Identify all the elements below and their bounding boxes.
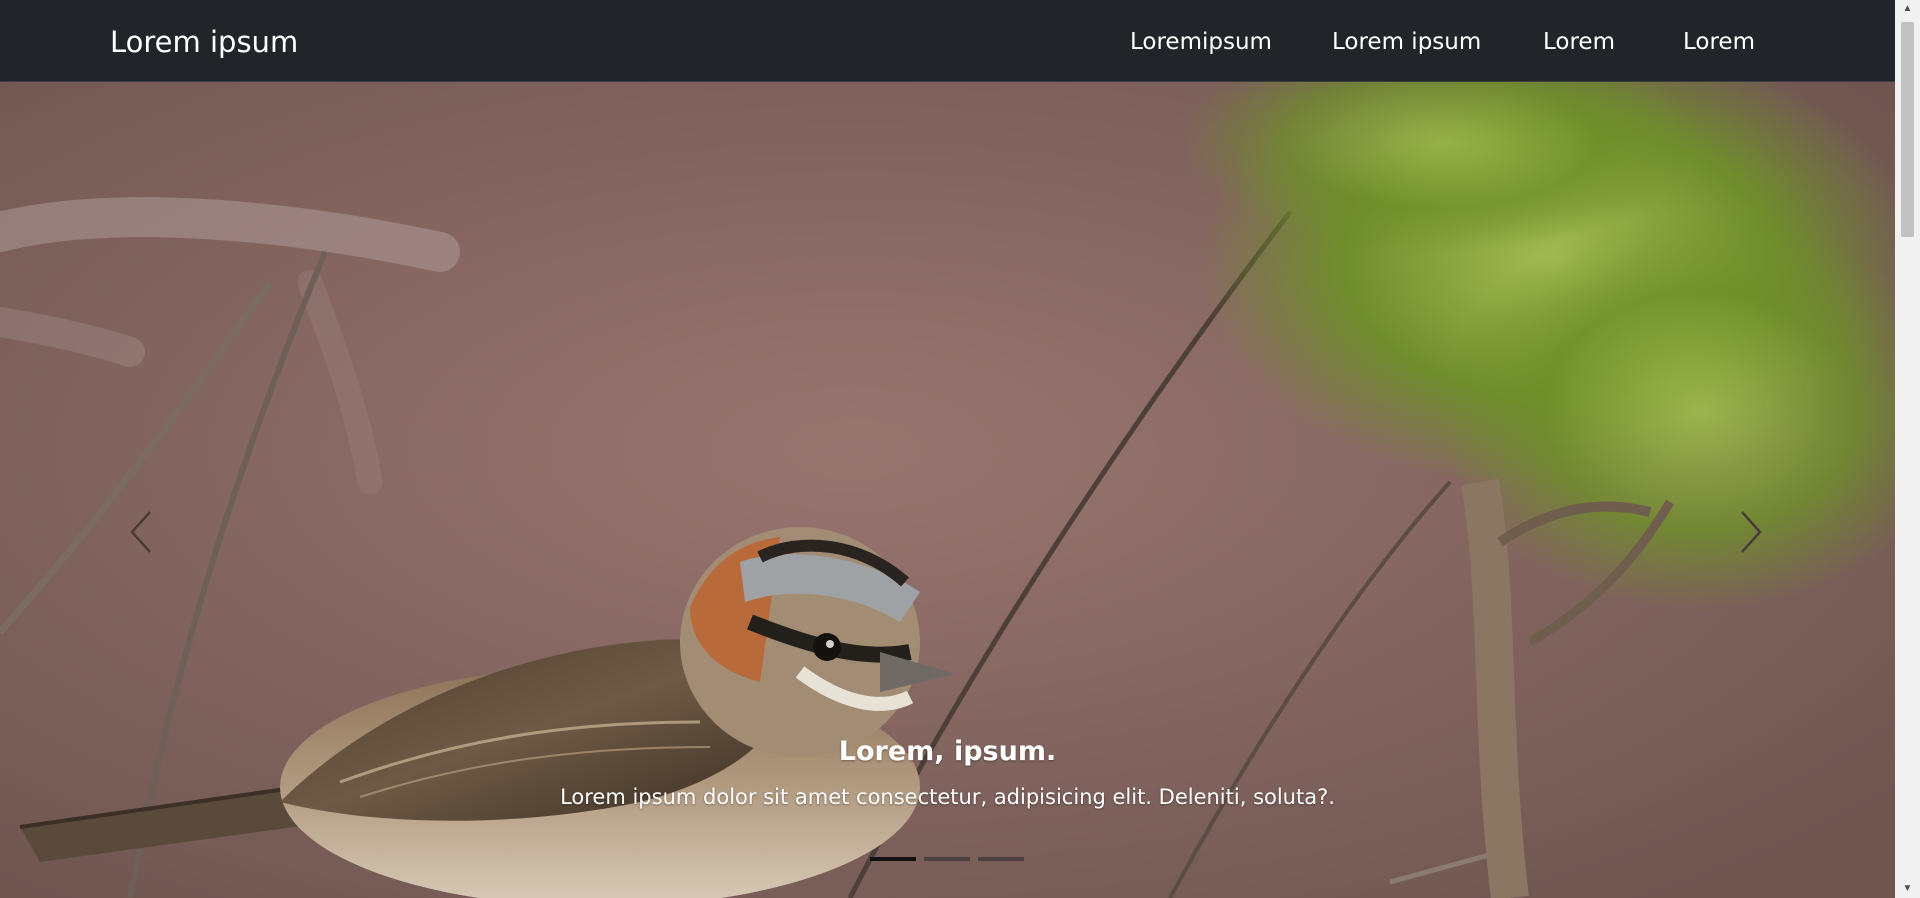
scrollbar-thumb[interactable] (1901, 22, 1914, 237)
nav-link-4[interactable]: Lorem (1683, 24, 1755, 60)
chevron-right-icon (1741, 511, 1762, 553)
nav-link-3[interactable]: Lorem (1543, 24, 1615, 60)
nav-link-1[interactable]: Loremipsum (1130, 24, 1272, 60)
scroll-up-arrow-icon[interactable]: ▲ (1895, 0, 1920, 18)
nav-link-2[interactable]: Lorem ipsum (1332, 24, 1481, 60)
carousel-indicator-2[interactable] (924, 857, 970, 861)
carousel-prev-button[interactable] (122, 502, 162, 562)
navbar: Lorem ipsum Loremipsum Lorem ipsum Lorem… (0, 0, 1895, 82)
scroll-down-arrow-icon[interactable]: ▼ (1895, 880, 1920, 898)
carousel-next-button[interactable] (1730, 502, 1770, 562)
chevron-left-icon (130, 511, 151, 553)
carousel-caption: Lorem, ipsum. Lorem ipsum dolor sit amet… (0, 734, 1895, 812)
hero-carousel: Lorem, ipsum. Lorem ipsum dolor sit amet… (0, 82, 1895, 898)
caption-title: Lorem, ipsum. (838, 736, 1057, 767)
caption-text: Lorem ipsum dolor sit amet consectetur, … (560, 785, 1335, 809)
carousel-indicator-1[interactable] (870, 857, 916, 861)
carousel-indicator-3[interactable] (978, 857, 1024, 861)
brand-logo-text[interactable]: Lorem ipsum (110, 24, 298, 60)
vertical-scrollbar[interactable]: ▲ ▼ (1895, 0, 1920, 898)
